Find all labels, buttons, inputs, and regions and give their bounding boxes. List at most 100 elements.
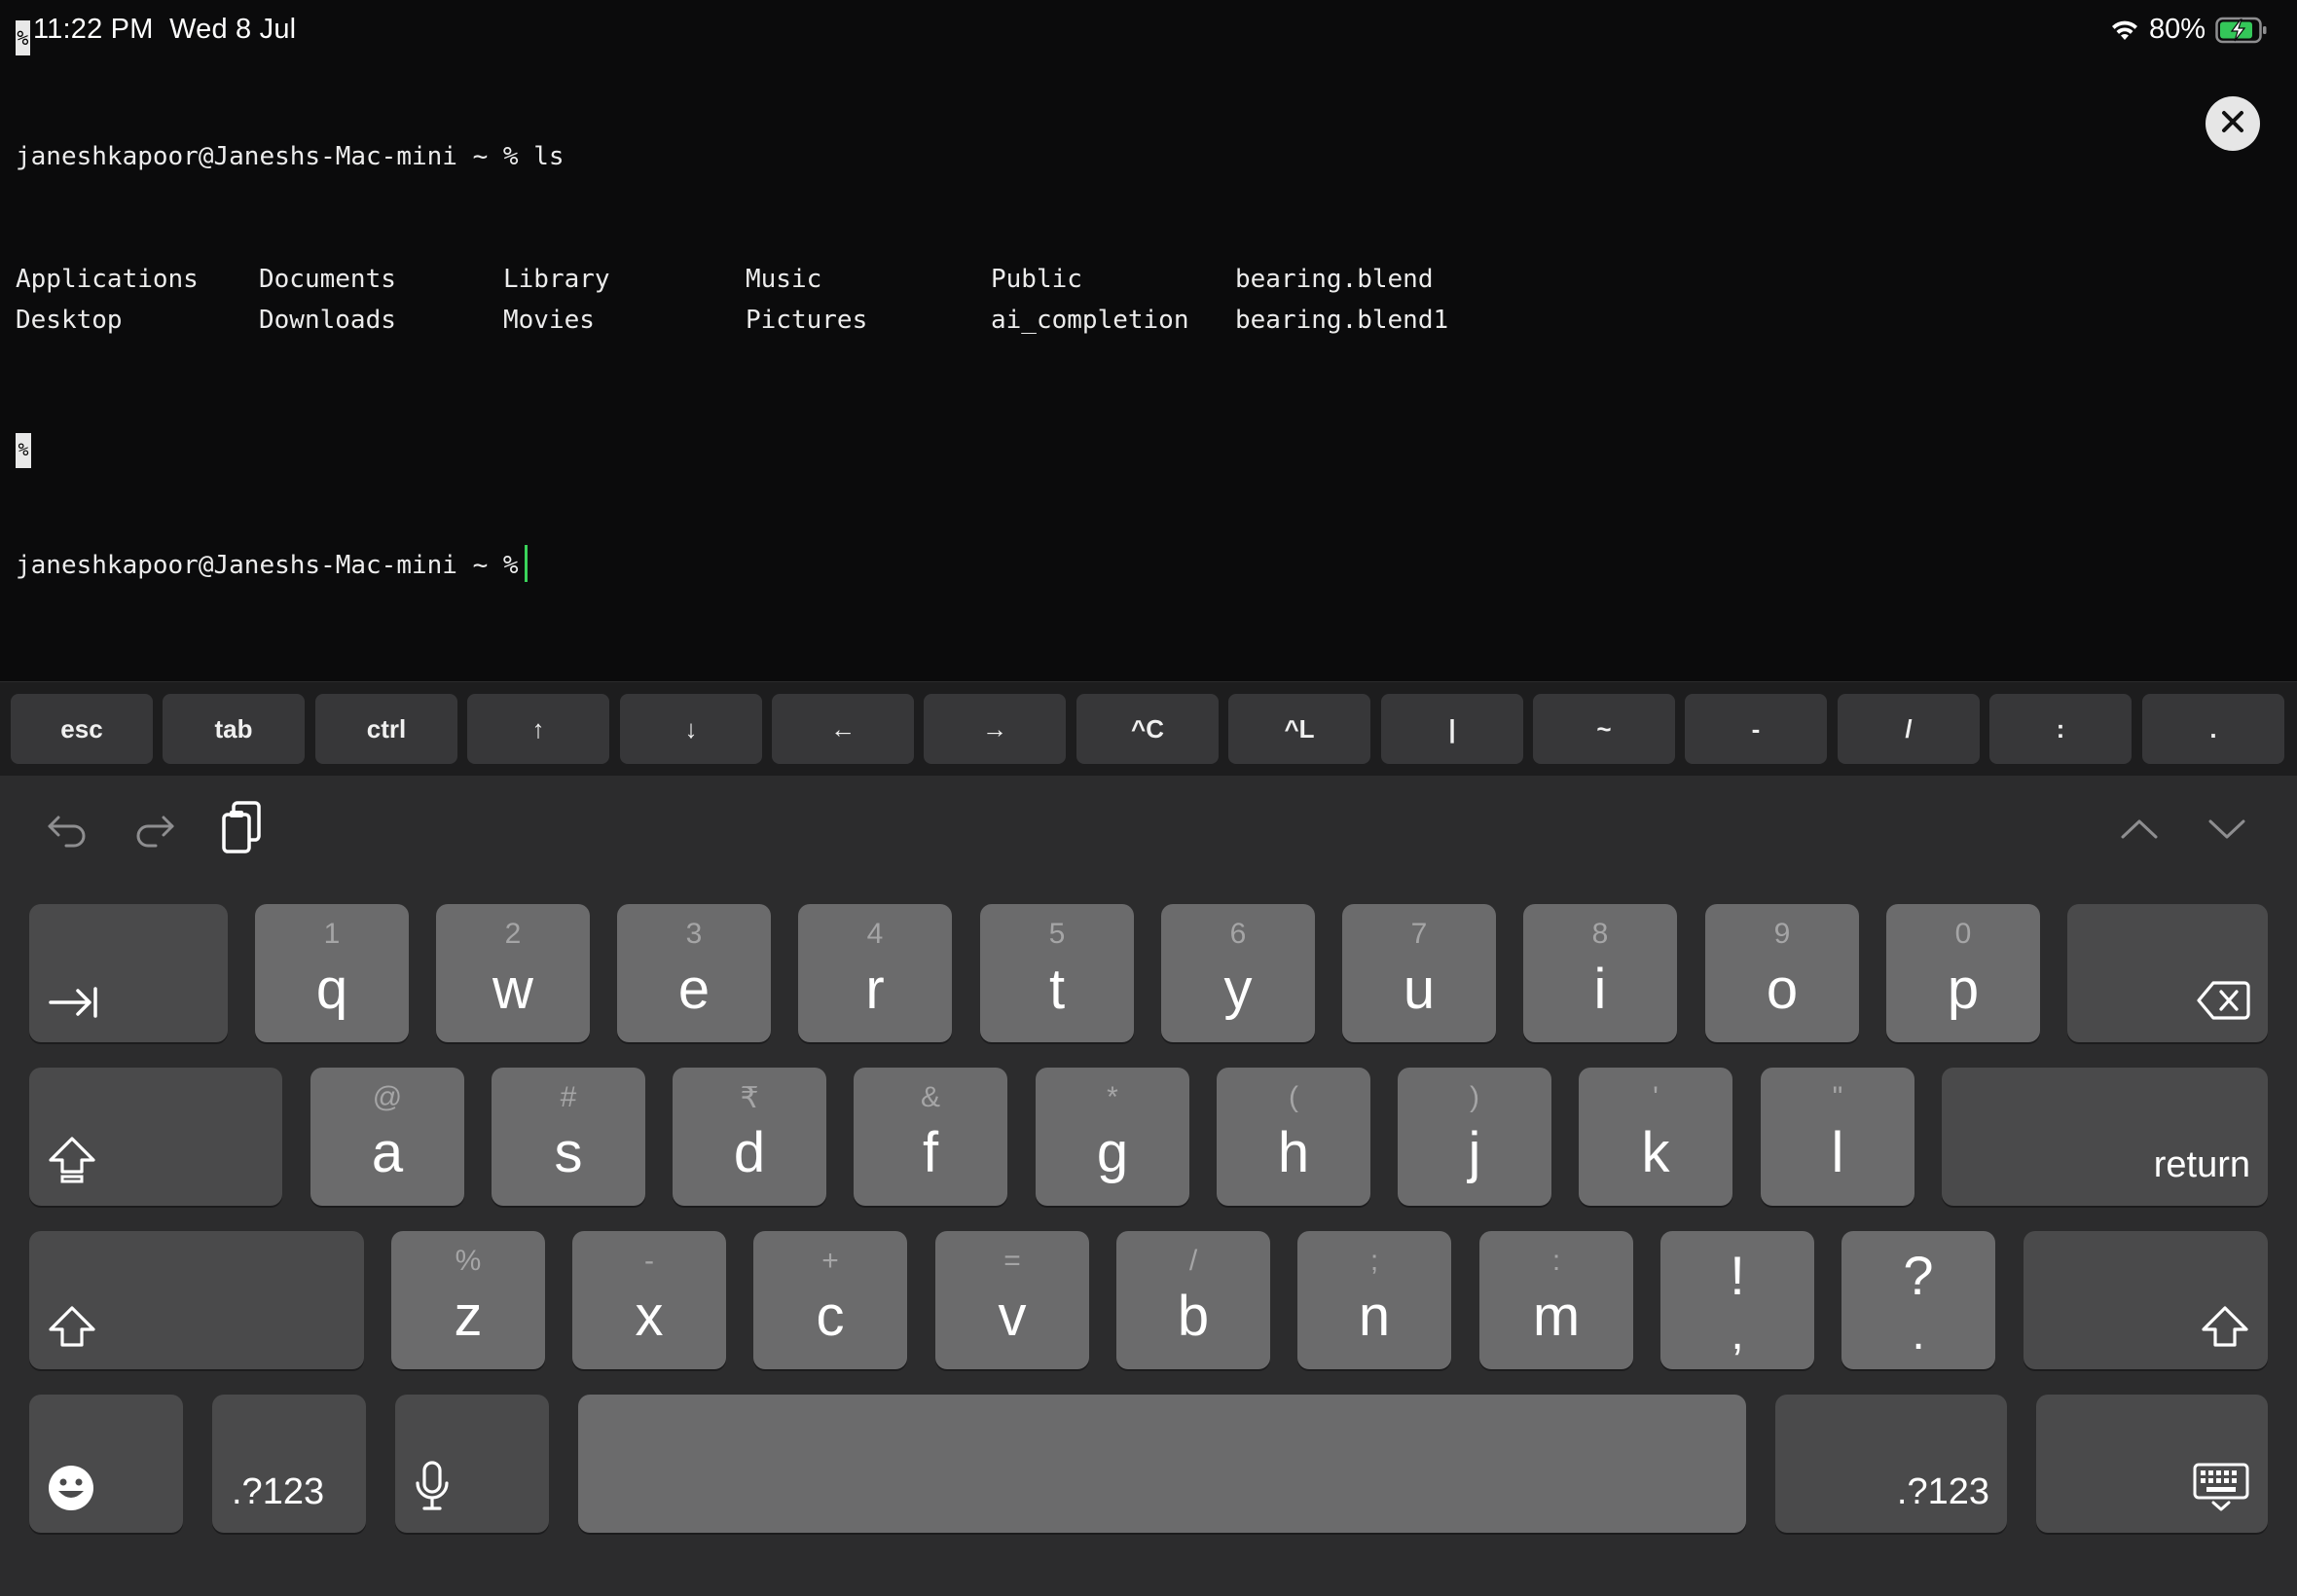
key-e[interactable]: 3e xyxy=(617,904,771,1042)
key-p[interactable]: 0p xyxy=(1886,904,2040,1042)
key-comma[interactable]: !, xyxy=(1660,1231,1814,1369)
key-h[interactable]: (h xyxy=(1217,1068,1370,1206)
emoji-key[interactable] xyxy=(29,1395,183,1533)
arrow-up-key[interactable]: ↑ xyxy=(467,694,609,764)
text-cursor xyxy=(524,545,528,582)
key-period[interactable]: ?. xyxy=(1841,1231,1995,1369)
key-r[interactable]: 4r xyxy=(798,904,952,1042)
delete-key[interactable] xyxy=(2067,904,2268,1042)
key-f[interactable]: & f xyxy=(854,1068,1007,1206)
key-q[interactable]: 1q xyxy=(255,904,409,1042)
tab-keyboard-key[interactable] xyxy=(29,904,228,1042)
colon-key[interactable]: : xyxy=(1989,694,2132,764)
arrow-right-key[interactable]: → xyxy=(924,694,1066,764)
dictation-key[interactable] xyxy=(395,1395,549,1533)
key-alt-label: ; xyxy=(1369,1245,1379,1277)
caps-shift-key[interactable] xyxy=(29,1068,282,1206)
status-bar-time: % 11:22 PM Wed 8 Jul xyxy=(16,14,296,55)
key-a[interactable]: @ a xyxy=(310,1068,464,1206)
tab-key[interactable]: tab xyxy=(163,694,305,764)
software-keyboard: 1q 2w 3e 4r 5t 6y 7u 8i 9o 0p @ a # s ₹ d &… xyxy=(0,776,2297,1596)
arrow-down-key[interactable]: ↓ xyxy=(620,694,762,764)
esc-key[interactable]: esc xyxy=(11,694,153,764)
redo-icon[interactable] xyxy=(130,805,179,853)
key-s[interactable]: # s xyxy=(492,1068,645,1206)
key-t[interactable]: 5t xyxy=(980,904,1134,1042)
right-shift-key[interactable] xyxy=(2024,1231,2268,1369)
dash-key[interactable]: - xyxy=(1685,694,1827,764)
key-alt-label: # xyxy=(560,1081,577,1113)
key-c[interactable]: + c xyxy=(753,1231,907,1369)
key-k[interactable]: ' k xyxy=(1579,1068,1732,1206)
key-i[interactable]: 8i xyxy=(1523,904,1677,1042)
key-label: c xyxy=(816,1285,845,1348)
emoji-icon xyxy=(47,1464,95,1517)
key-alt-label: + xyxy=(821,1245,839,1277)
key-label: g xyxy=(1096,1121,1129,1184)
key-label: . xyxy=(1912,1308,1925,1360)
key-label: k xyxy=(1641,1121,1670,1184)
key-l[interactable]: " l xyxy=(1761,1068,1914,1206)
return-key[interactable]: return xyxy=(1942,1068,2268,1206)
ctrl-c-key[interactable]: ^C xyxy=(1076,694,1219,764)
numbers-key-left[interactable]: .?123 xyxy=(212,1395,366,1533)
key-v[interactable]: = v xyxy=(935,1231,1089,1369)
key-j[interactable]: ) j xyxy=(1398,1068,1551,1206)
key-x[interactable]: -x xyxy=(572,1231,726,1369)
chevron-up-icon[interactable] xyxy=(2118,815,2161,844)
key-label: u xyxy=(1403,958,1436,1021)
tilde-key[interactable]: ~ xyxy=(1533,694,1675,764)
pipe-key[interactable]: | xyxy=(1381,694,1523,764)
key-y[interactable]: 6y xyxy=(1161,904,1315,1042)
key-label: , xyxy=(1731,1308,1744,1360)
key-alt-label: & xyxy=(920,1081,940,1113)
key-m[interactable]: :m xyxy=(1479,1231,1633,1369)
key-label: p xyxy=(1947,958,1980,1021)
ls-entry: bearing.blend1 xyxy=(1235,306,1449,335)
ls-entry: Public xyxy=(991,265,1082,294)
arrow-left-key[interactable]: ← xyxy=(772,694,914,764)
key-alt-label: 3 xyxy=(685,918,703,950)
dismiss-keyboard-key[interactable] xyxy=(2036,1395,2268,1533)
period-key[interactable]: . xyxy=(2142,694,2284,764)
key-u[interactable]: 7u xyxy=(1342,904,1496,1042)
paste-icon[interactable] xyxy=(216,799,269,857)
key-alt-label: 0 xyxy=(1954,918,1972,950)
ctrl-l-key[interactable]: ^L xyxy=(1228,694,1370,764)
key-label: w xyxy=(492,958,533,1021)
key-alt-label: 8 xyxy=(1591,918,1609,950)
percent-marker: % xyxy=(16,433,31,468)
terminal-prompt-line[interactable]: janeshkapoor@Janeshs-Mac-mini ~ % xyxy=(16,545,2297,586)
slash-key[interactable]: / xyxy=(1838,694,1980,764)
key-b[interactable]: / b xyxy=(1116,1231,1270,1369)
close-button[interactable] xyxy=(2206,96,2260,151)
key-alt-label: ( xyxy=(1289,1081,1298,1113)
terminal-output[interactable]: janeshkapoor@Janeshs-Mac-mini ~ % ls App… xyxy=(16,54,2297,627)
ls-entry: Documents xyxy=(259,265,396,294)
chevron-down-icon[interactable] xyxy=(2206,815,2248,844)
key-label: z xyxy=(454,1285,483,1348)
ls-entry: bearing.blend xyxy=(1235,265,1434,294)
key-alt-label: / xyxy=(1188,1245,1198,1277)
key-d[interactable]: ₹ d xyxy=(673,1068,826,1206)
key-o[interactable]: 9o xyxy=(1705,904,1859,1042)
key-label: v xyxy=(998,1285,1027,1348)
left-shift-key[interactable] xyxy=(29,1231,364,1369)
key-label: d xyxy=(733,1121,766,1184)
key-label: m xyxy=(1532,1285,1581,1348)
key-alt-label: ? xyxy=(1903,1245,1934,1306)
key-alt-label: 6 xyxy=(1229,918,1247,950)
key-label: n xyxy=(1358,1285,1391,1348)
key-n[interactable]: ; n xyxy=(1297,1231,1451,1369)
key-g[interactable]: * g xyxy=(1036,1068,1189,1206)
key-w[interactable]: 2w xyxy=(436,904,590,1042)
numbers-key-right[interactable]: .?123 xyxy=(1775,1395,2007,1533)
microphone-icon xyxy=(413,1460,452,1517)
status-indicators: 80% xyxy=(2110,14,2268,46)
ctrl-key[interactable]: ctrl xyxy=(315,694,457,764)
space-bar[interactable] xyxy=(578,1395,1746,1533)
key-z[interactable]: % z xyxy=(391,1231,545,1369)
delete-icon xyxy=(2196,979,2250,1027)
undo-icon[interactable] xyxy=(43,805,91,853)
key-alt-label: * xyxy=(1107,1081,1118,1113)
